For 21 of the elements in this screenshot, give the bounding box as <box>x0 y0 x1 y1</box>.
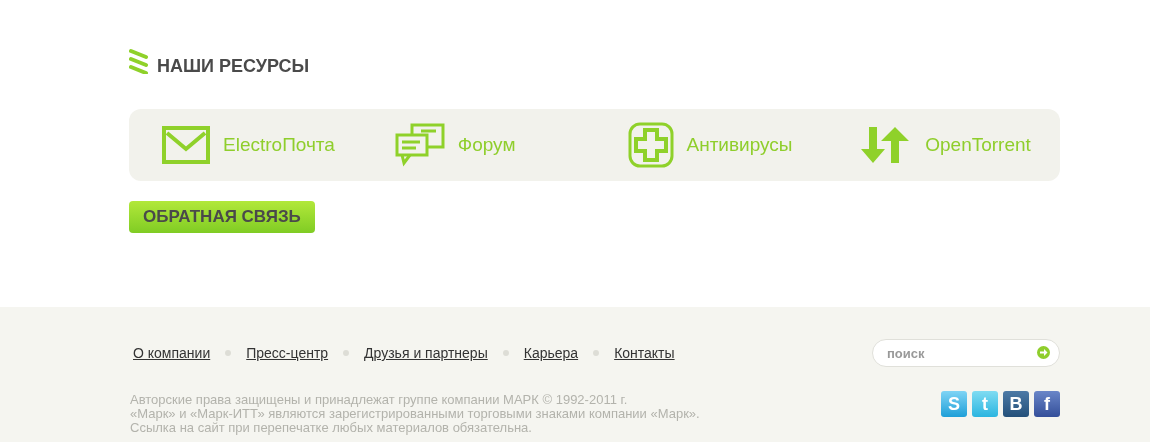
plus-icon <box>626 121 675 169</box>
copyright-text: «Марк» и «Марк-ИТТ» являются зарегистрированными торговыми знаками компании «Марк». <box>130 407 700 421</box>
footer-link[interactable]: Друзья и партнеры <box>364 345 488 361</box>
envelope-icon <box>161 125 211 165</box>
separator-dot <box>343 350 350 356</box>
separator-dot <box>225 350 232 356</box>
chat-icon <box>393 123 446 167</box>
footer-link[interactable]: Карьера <box>523 345 579 361</box>
separator-dot <box>502 350 509 356</box>
feedback-button[interactable]: ОБРАТНАЯ СВЯЗЬ <box>129 201 315 233</box>
copyright-text: Авторские права защищены и принадлежат группе компании МАРК © 1992-2011 г. <box>130 393 629 407</box>
section-title: НАШИ РЕСУРСЫ <box>157 56 310 77</box>
social-icon[interactable]: B <box>1003 391 1029 417</box>
separator-dot <box>593 350 600 356</box>
footer-link[interactable]: О компании <box>133 345 211 361</box>
search-field[interactable]: поиск <box>872 339 1060 367</box>
stripes-icon <box>129 47 149 74</box>
footer-link[interactable]: Пресс-центр <box>246 345 329 361</box>
footer-link[interactable]: Контакты <box>614 345 675 361</box>
social-icon[interactable]: f <box>1034 391 1060 417</box>
copyright-text: Ссылка на сайт при перепечатке любых материалов обязательна. <box>130 421 533 435</box>
